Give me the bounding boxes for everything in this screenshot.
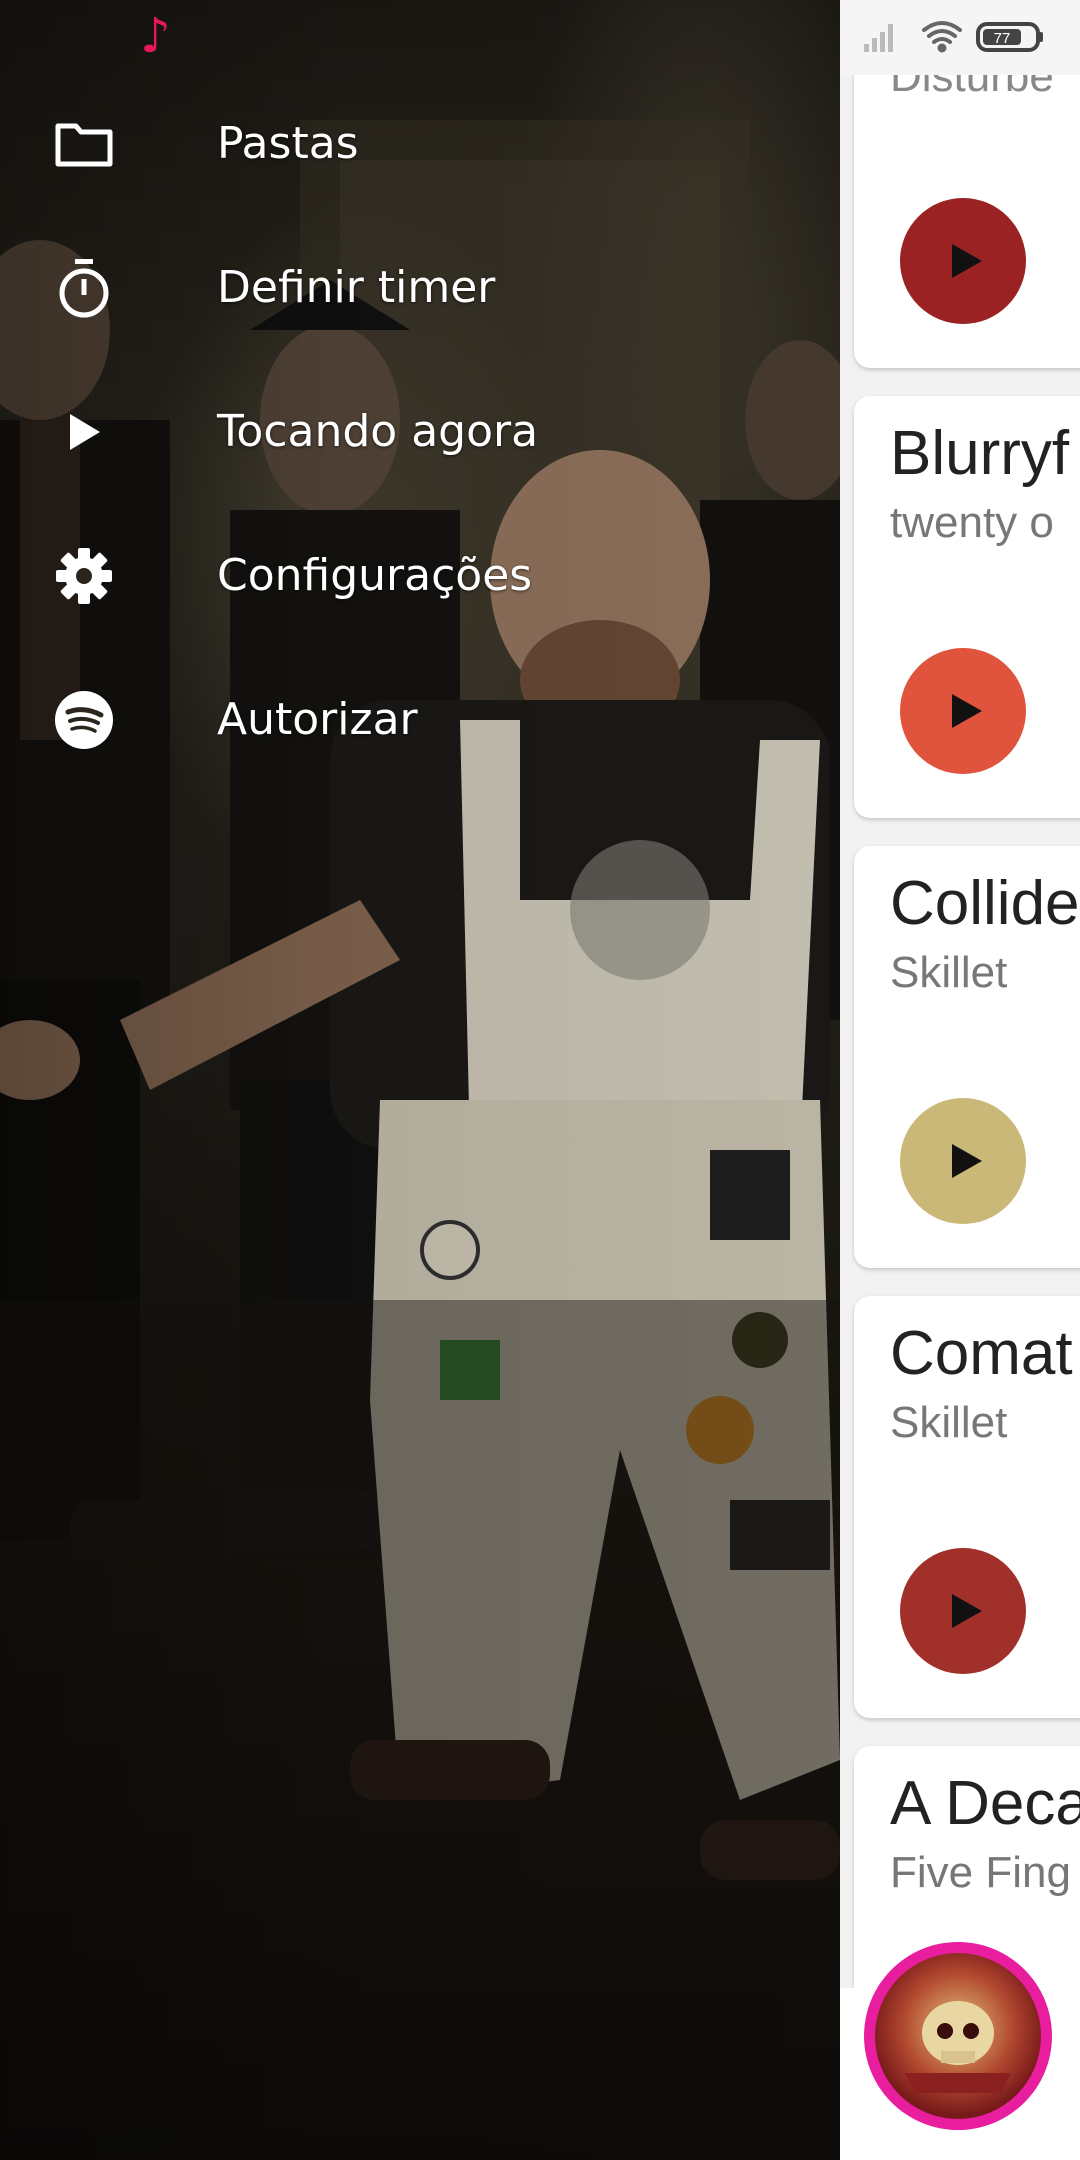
song-title: Collide — [890, 869, 1080, 938]
song-card[interactable]: Comat Skillet — [854, 1296, 1080, 1718]
play-icon — [952, 244, 982, 278]
menu-label: Definir timer — [217, 262, 496, 313]
play-icon — [52, 400, 116, 464]
menu-label: Pastas — [217, 118, 359, 169]
music-note-icon: ♪ — [140, 8, 171, 64]
signal-icon — [864, 24, 893, 52]
song-title: Comat — [890, 1319, 1073, 1388]
play-icon — [952, 1144, 982, 1178]
menu-item-autorizar[interactable]: Autorizar — [0, 648, 840, 792]
album-art-image — [875, 1953, 1041, 2119]
menu-item-configuracoes[interactable]: Configurações — [0, 504, 840, 648]
song-artist: Skillet — [890, 948, 1008, 997]
menu-item-tocando-agora[interactable]: Tocando agora — [0, 360, 840, 504]
song-card[interactable]: Collide Skillet — [854, 846, 1080, 1268]
play-icon — [952, 694, 982, 728]
folder-icon — [52, 112, 116, 176]
battery-level: 77 — [994, 30, 1011, 47]
song-list-panel: Disturbe 77 Blurryf twenty o Collide Ski… — [840, 0, 1080, 2160]
play-button[interactable] — [900, 1548, 1026, 1674]
menu-item-pastas[interactable]: Pastas — [0, 72, 840, 216]
play-icon — [952, 1594, 982, 1628]
menu-label: Autorizar — [217, 694, 418, 745]
status-bar-right: 77 — [840, 0, 1080, 75]
song-card[interactable]: Disturbe — [854, 30, 1080, 368]
song-artist: Five Fing — [890, 1848, 1071, 1897]
now-playing-album-art[interactable] — [864, 1942, 1052, 2130]
song-title: A Deca — [890, 1769, 1080, 1838]
battery-icon — [976, 22, 1043, 52]
gear-icon — [52, 544, 116, 608]
song-card[interactable]: Blurryf twenty o — [854, 396, 1080, 818]
wifi-icon — [922, 21, 962, 53]
song-artist: twenty o — [890, 498, 1054, 547]
play-button[interactable] — [900, 648, 1026, 774]
menu-label: Tocando agora — [217, 406, 539, 457]
navigation-drawer: ♪ Pastas Definir timer Tocando agora Con… — [0, 0, 840, 2160]
song-title: Blurryf — [890, 419, 1070, 488]
drawer-menu: Pastas Definir timer Tocando agora Confi… — [0, 72, 840, 792]
spotify-icon — [52, 688, 116, 752]
play-button[interactable] — [900, 1098, 1026, 1224]
timer-icon — [52, 256, 116, 320]
menu-item-definir-timer[interactable]: Definir timer — [0, 216, 840, 360]
menu-label: Configurações — [217, 550, 533, 601]
status-bar-left: ♪ — [0, 0, 840, 75]
song-artist: Skillet — [890, 1398, 1008, 1447]
play-button[interactable] — [900, 198, 1026, 324]
